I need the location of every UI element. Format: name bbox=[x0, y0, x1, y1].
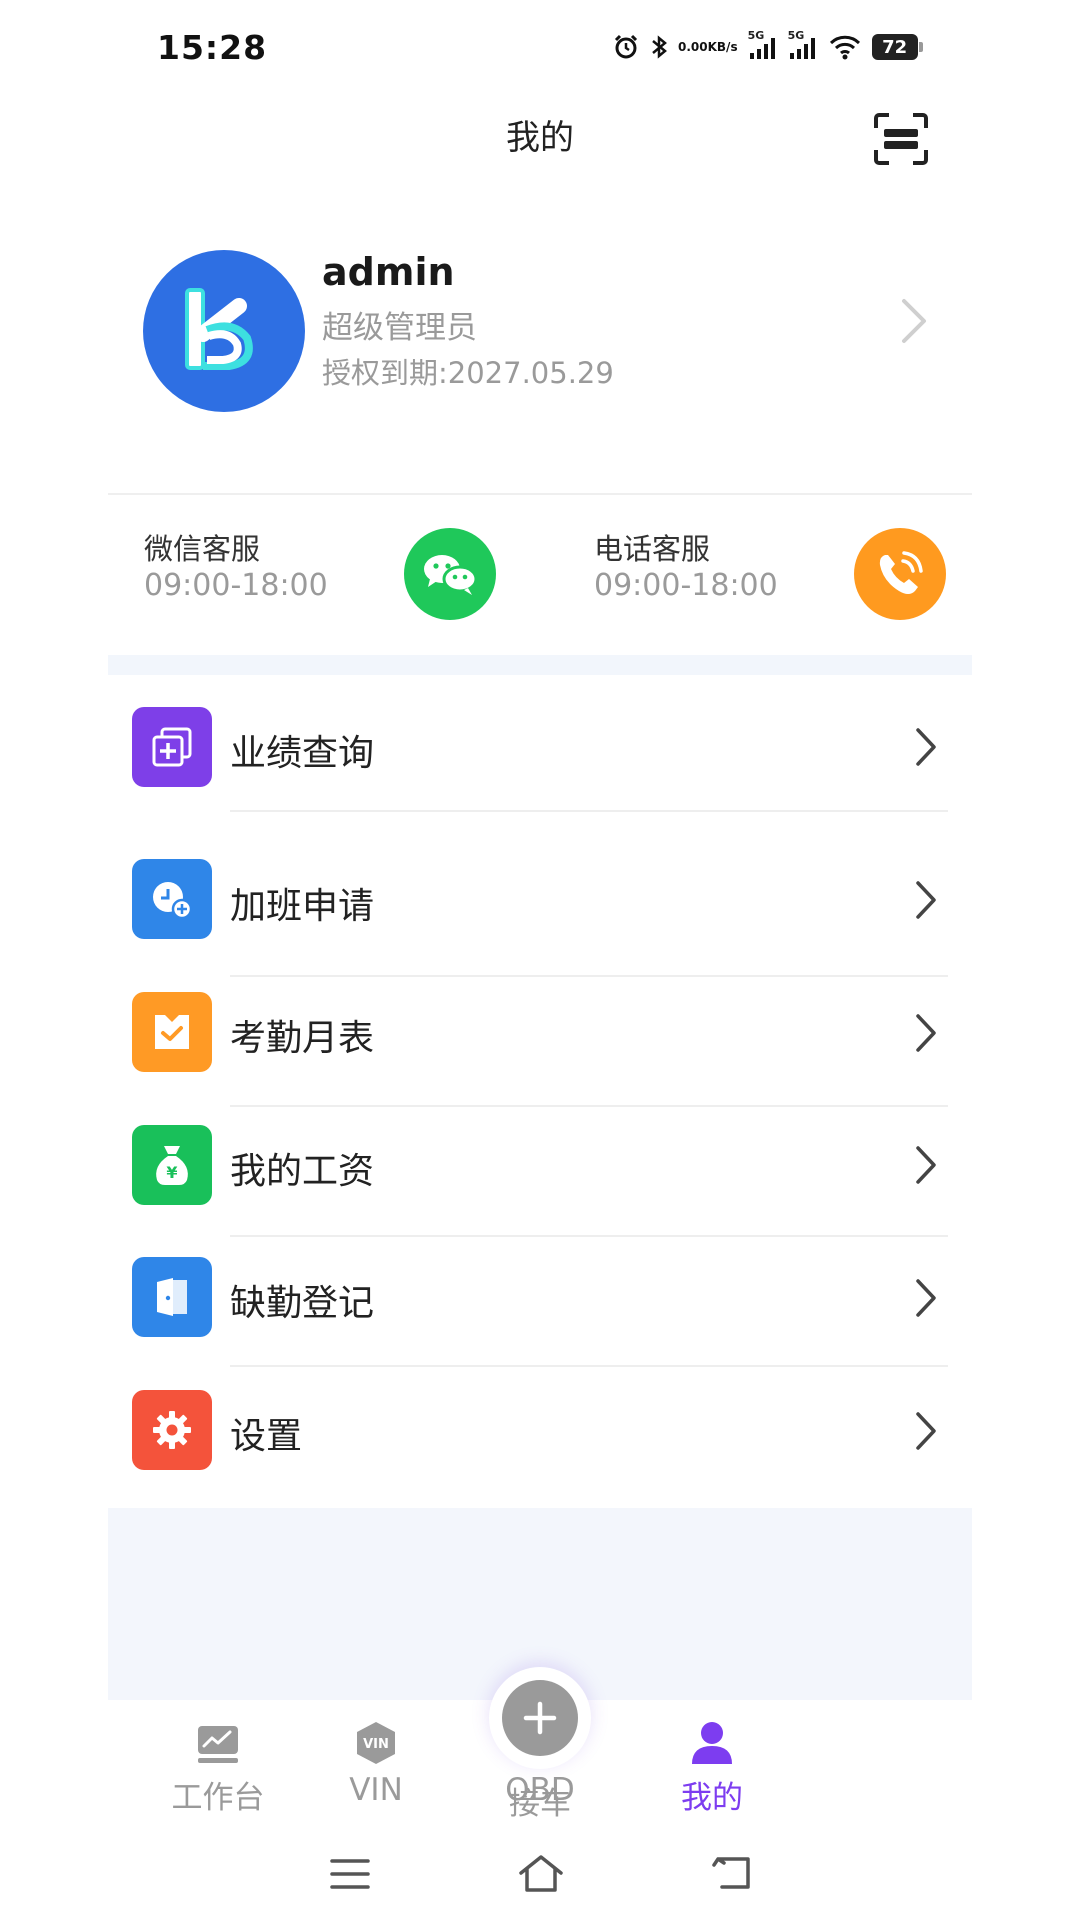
status-time: 15:28 bbox=[157, 28, 268, 67]
menu-item-label: 考勤月表 bbox=[230, 1018, 375, 1059]
tab-label: VIN bbox=[349, 1772, 403, 1808]
tab-mine[interactable]: 我的 bbox=[642, 1718, 782, 1817]
home-icon[interactable] bbox=[518, 1853, 564, 1893]
sim2-label: 5G bbox=[787, 29, 805, 42]
money-bag-icon: ¥ bbox=[132, 1125, 212, 1205]
user-icon bbox=[692, 1722, 732, 1764]
performance-icon bbox=[132, 707, 212, 787]
vin-icon-text: VIN bbox=[363, 1737, 389, 1752]
dashboard-icon bbox=[198, 1726, 238, 1763]
net-speed-value: 0.00 bbox=[678, 39, 708, 54]
menu-item-label: 业绩查询 bbox=[230, 733, 375, 774]
wechat-support[interactable]: 微信客服 09:00-18:00 bbox=[108, 520, 508, 630]
section-separator bbox=[108, 655, 972, 675]
scan-button[interactable] bbox=[873, 112, 929, 166]
tab-workbench[interactable]: 工作台 bbox=[148, 1718, 288, 1817]
gear-icon bbox=[132, 1390, 212, 1470]
chevron-right-icon bbox=[916, 1279, 936, 1317]
sim1-label: 5G bbox=[747, 29, 765, 42]
tab-vin[interactable]: VIN VIN bbox=[306, 1718, 446, 1808]
menu-item-label: 加班申请 bbox=[230, 886, 375, 927]
phone-support-title: 电话客服 bbox=[594, 532, 711, 566]
status-icons: 0.00 KB/s 5G 5G 72 bbox=[612, 26, 923, 68]
plus-icon bbox=[523, 1701, 557, 1735]
divider bbox=[230, 810, 948, 812]
back-icon[interactable] bbox=[712, 1855, 754, 1891]
wechat-support-title: 微信客服 bbox=[144, 532, 261, 566]
wechat-button[interactable] bbox=[404, 528, 496, 620]
tab-label: 接车 bbox=[509, 1786, 571, 1822]
menu-item-salary[interactable]: ¥ 我的工资 bbox=[108, 1107, 972, 1237]
wifi-icon bbox=[828, 33, 862, 61]
calendar-check-icon bbox=[132, 992, 212, 1072]
license-expiry: 授权到期:2027.05.29 bbox=[322, 356, 614, 390]
avatar[interactable] bbox=[143, 250, 305, 412]
tab-pickup-button[interactable] bbox=[489, 1667, 591, 1769]
net-speed: 0.00 KB/s bbox=[678, 39, 738, 54]
system-navigation-bar bbox=[0, 1845, 1080, 1905]
menu-item-label: 我的工资 bbox=[230, 1151, 375, 1192]
wechat-icon bbox=[424, 555, 478, 595]
signal-icon: 5G bbox=[748, 29, 778, 61]
chevron-right-icon bbox=[916, 1146, 936, 1184]
divider bbox=[108, 493, 972, 495]
user-role: 超级管理员 bbox=[322, 310, 477, 346]
tab-label: 工作台 bbox=[171, 1780, 265, 1816]
chevron-right-icon bbox=[916, 881, 936, 919]
menu-item-settings[interactable]: 设置 bbox=[108, 1367, 972, 1497]
signal-icon: 5G bbox=[788, 29, 818, 61]
menu-item-absence[interactable]: 缺勤登记 bbox=[108, 1237, 972, 1367]
tab-label: 我的 bbox=[681, 1780, 743, 1816]
bluetooth-icon bbox=[650, 33, 668, 61]
phone-button[interactable] bbox=[854, 528, 946, 620]
phone-support[interactable]: 电话客服 09:00-18:00 bbox=[558, 520, 972, 630]
chevron-right-icon bbox=[916, 1412, 936, 1450]
alarm-icon bbox=[612, 33, 640, 61]
phone-icon bbox=[879, 551, 923, 594]
chevron-right-icon bbox=[916, 728, 936, 766]
scan-icon bbox=[874, 113, 928, 165]
username: admin bbox=[322, 250, 455, 294]
profile-chevron-icon[interactable] bbox=[896, 295, 932, 347]
menu-item-label: 设置 bbox=[230, 1416, 303, 1457]
menu-item-attendance[interactable]: 考勤月表 bbox=[108, 977, 972, 1107]
wechat-support-hours: 09:00-18:00 bbox=[144, 568, 328, 603]
vin-icon: VIN bbox=[357, 1722, 395, 1764]
battery-icon: 72 bbox=[871, 34, 923, 60]
phone-support-hours: 09:00-18:00 bbox=[594, 568, 778, 603]
menu-item-performance[interactable]: 业绩查询 bbox=[108, 682, 972, 812]
chevron-right-icon bbox=[916, 1014, 936, 1052]
door-icon bbox=[132, 1257, 212, 1337]
app-logo-icon bbox=[185, 288, 253, 370]
menu-item-label: 缺勤登记 bbox=[230, 1283, 375, 1324]
svg-text:¥: ¥ bbox=[166, 1163, 177, 1182]
menu-icon[interactable] bbox=[330, 1857, 370, 1891]
clock-add-icon bbox=[132, 859, 212, 939]
menu-item-overtime[interactable]: 加班申请 bbox=[108, 847, 972, 977]
net-speed-unit: KB/s bbox=[707, 39, 738, 54]
